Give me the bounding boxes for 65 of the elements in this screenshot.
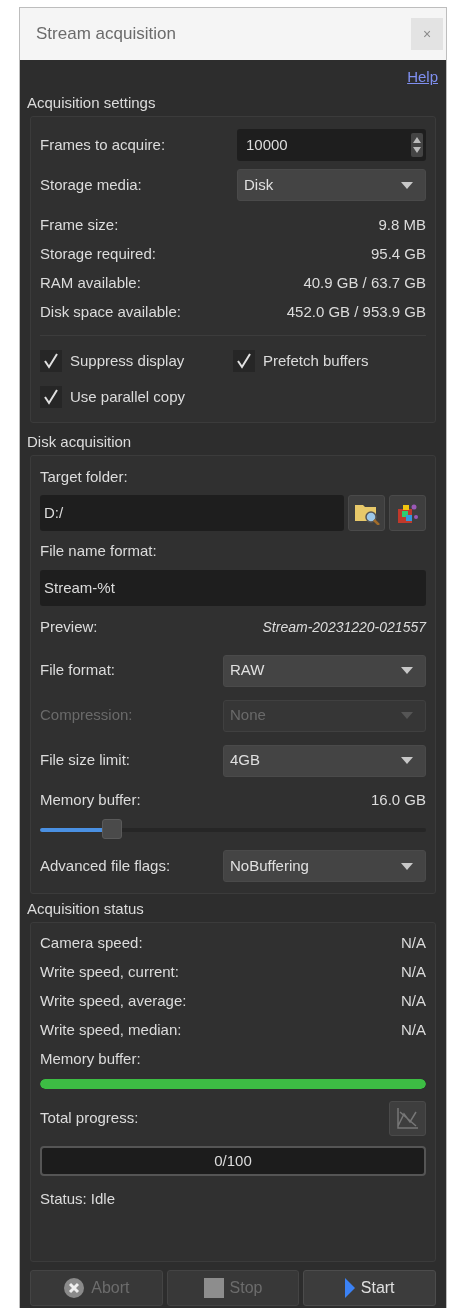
browse-folder-button[interactable] [348,495,385,531]
section-title: Acquisition status [26,898,145,919]
checkmark-icon [237,353,251,369]
help-link[interactable]: Help [407,65,438,89]
progress-text: 0/100 [214,1150,252,1171]
status-label: Camera speed: [40,933,143,954]
checkbox[interactable]: Suppress display [40,348,233,374]
dropdown[interactable]: 4GB [223,744,426,777]
status-text: Status: Idle [40,1188,117,1209]
status-label: Write speed, median: [40,1020,182,1041]
field-label: Total progress: [40,1107,139,1128]
checkbox[interactable]: Use parallel copy [40,384,233,410]
stop-icon [203,1278,224,1298]
info-label: Frame size: [40,215,119,236]
field-label: Advanced file flags: [40,855,171,876]
info-value: 452.0 GB / 953.9 GB [286,302,426,323]
preview-value: Stream-20231220-021557 [262,617,426,637]
window-title: Stream acquisition [36,23,176,46]
info-label: Disk space available: [40,302,181,323]
field-label: Memory buffer: [40,1048,142,1069]
section-title: Disk acquisition [26,431,133,452]
action-button[interactable]: Start [303,1270,436,1306]
slider-handle[interactable] [101,819,122,839]
checkmark-icon [44,389,58,405]
field-label: File name format: [40,540,158,561]
play-icon [344,1278,355,1298]
field-label: Memory buffer: [40,789,141,810]
field-label: File format: [40,660,115,681]
field-label: File size limit: [40,750,130,771]
section-title: Acquisition settings [26,92,157,113]
dropdown-caret-icon [401,862,413,870]
memory-buffer-reading: 16.0 GB [370,789,426,810]
spin-arrows-icon [411,133,423,157]
dropdown-caret-icon [401,181,413,189]
checkmark-icon [44,353,58,369]
dropdown-caret-icon [401,667,413,674]
chart-icon [395,1106,420,1130]
status-value: N/A [401,1020,426,1041]
info-label: RAM available: [40,273,141,294]
dropdown-caret-icon [401,757,413,764]
field-label: Storage media: [40,174,142,195]
close-icon [63,1277,86,1299]
info-label: Storage required: [40,244,156,265]
field-label: Frames to acquire: [40,134,166,155]
chart-button[interactable] [389,1100,426,1136]
status-value: N/A [401,991,426,1012]
dropdown[interactable]: Disk [237,169,426,201]
dropdown-caret-icon [401,712,413,719]
status-value: N/A [401,962,426,983]
status-label: Write speed, average: [40,991,187,1012]
info-value: 40.9 GB / 63.7 GB [303,273,426,294]
spin-box[interactable]: 10000 [237,129,426,161]
status-label: Write speed, current: [40,962,179,983]
open-folder-button[interactable] [389,495,426,531]
info-value: 9.8 MB [378,215,426,236]
dropdown[interactable]: NoBuffering [223,850,426,882]
checkbox[interactable]: Prefetch buffers [233,348,426,374]
folder-path-field[interactable]: D:/ [40,495,344,531]
field-label: Compression: [40,705,133,726]
dropdown[interactable]: RAW [223,654,426,687]
field-label: Target folder: [40,466,129,487]
info-value: 95.4 GB [370,244,426,265]
field-label: Preview: [40,616,98,637]
status-value: N/A [401,933,426,954]
file-name-format-field[interactable]: Stream-%t [40,570,426,606]
